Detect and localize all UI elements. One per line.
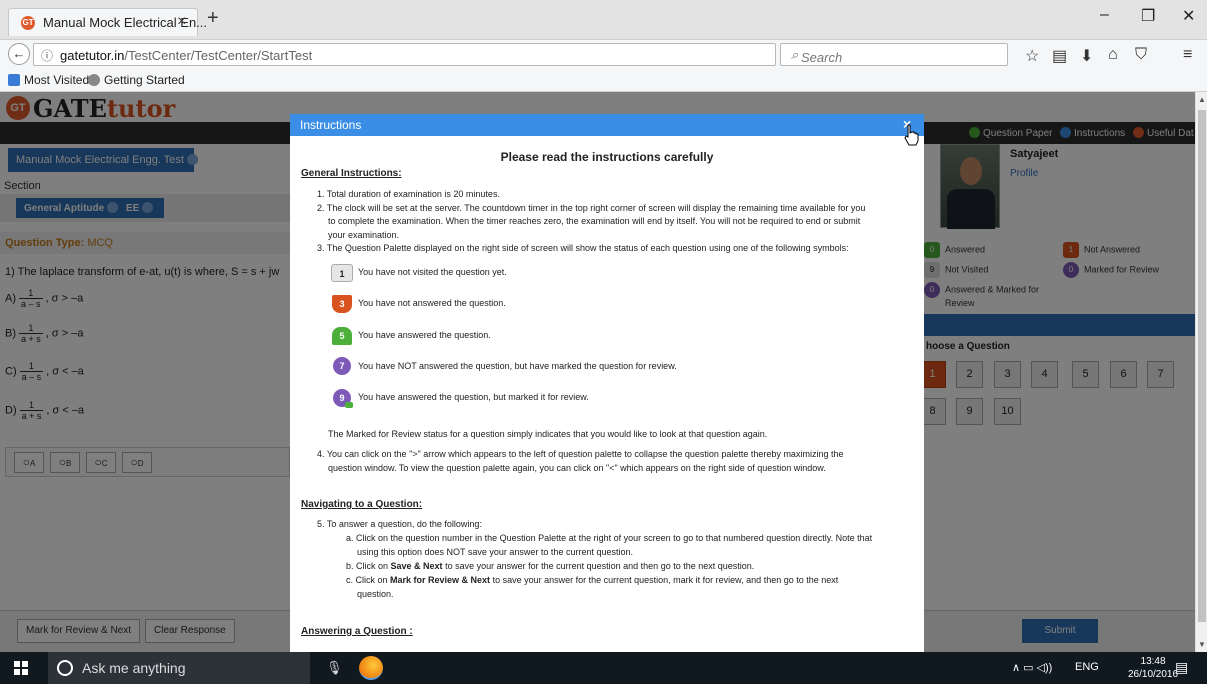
microphone-icon[interactable]: 🎙 bbox=[326, 660, 343, 676]
cortana-search[interactable]: Ask me anything bbox=[48, 652, 310, 684]
cortana-icon bbox=[57, 660, 73, 676]
tray-icons[interactable]: ∧ ▭ ◁)) bbox=[1012, 661, 1052, 674]
answered-marked-symbol-icon: 9 bbox=[333, 389, 353, 408]
back-arrow-icon[interactable]: ← bbox=[8, 43, 30, 65]
bookmark-star-icon[interactable]: ☆ bbox=[1025, 46, 1039, 66]
scroll-up-icon[interactable]: ▲ bbox=[1198, 95, 1206, 104]
instruction-5c: c. Click on Mark for Review & Next to sa… bbox=[346, 575, 839, 585]
url-text: gatetutor.in/TestCenter/TestCenter/Start… bbox=[60, 48, 313, 63]
navigating-heading: Navigating to a Question: bbox=[301, 499, 423, 510]
modal-header: Instructions bbox=[290, 114, 924, 136]
clock[interactable]: 13:48 26/10/2016 bbox=[1128, 655, 1178, 681]
not-answered-symbol-icon: 3 bbox=[332, 295, 352, 313]
not-visited-symbol-icon: 1 bbox=[331, 264, 353, 282]
home-icon[interactable]: ⌂ bbox=[1108, 46, 1118, 64]
instructions-modal: Instructions × Please read the instructi… bbox=[290, 114, 924, 652]
window-restore-button[interactable]: ❐ bbox=[1141, 6, 1155, 26]
instruction-5a-2: using this option does NOT save your ans… bbox=[357, 547, 633, 557]
instruction-5c-2: question. bbox=[357, 589, 394, 599]
modal-title: Please read the instructions carefully bbox=[500, 150, 714, 164]
browser-tab[interactable]: GT Manual Mock Electrical En... × bbox=[8, 8, 207, 36]
marked-note: The Marked for Review status for a quest… bbox=[328, 429, 768, 439]
answered-symbol-icon: 5 bbox=[332, 327, 352, 345]
most-visited-icon bbox=[8, 74, 20, 86]
symbol-text-7: You have NOT answered the question, but … bbox=[358, 361, 677, 371]
marked-review-symbol-icon: 7 bbox=[333, 357, 351, 375]
info-icon[interactable]: ⓘ bbox=[41, 47, 53, 64]
page-scrollbar[interactable]: ▲ ▼ bbox=[1195, 92, 1207, 652]
bookmark-getting-started[interactable]: Getting Started bbox=[88, 73, 185, 87]
reading-list-icon[interactable]: ▤ bbox=[1052, 46, 1067, 66]
instruction-2: 2. The clock will be set at the server. … bbox=[317, 203, 866, 213]
search-placeholder: ⌕ Search bbox=[791, 47, 843, 65]
window-close-button[interactable]: ✕ bbox=[1182, 6, 1195, 26]
instruction-5a: a. Click on the question number in the Q… bbox=[346, 533, 873, 543]
hand-cursor-icon bbox=[904, 124, 919, 146]
downloads-icon[interactable]: ⬇ bbox=[1080, 46, 1093, 66]
url-bar[interactable]: ⓘ gatetutor.in/TestCenter/TestCenter/Sta… bbox=[33, 43, 798, 66]
symbol-text-5: You have answered the question. bbox=[358, 330, 491, 340]
instruction-4b: question window. To view the question pa… bbox=[328, 463, 826, 473]
bookmarks-bar: Most Visited Getting Started bbox=[0, 70, 1207, 92]
firefox-icon[interactable] bbox=[359, 656, 383, 680]
notifications-icon[interactable]: ▤ bbox=[1175, 659, 1188, 676]
instruction-5: 5. To answer a question, do the followin… bbox=[317, 519, 482, 529]
windows-start-icon[interactable] bbox=[14, 661, 28, 675]
instruction-4: 4. You can click on the ">" arrow which … bbox=[317, 449, 844, 459]
browser-tab-bar: GT Manual Mock Electrical En... × + – ❐ … bbox=[0, 0, 1207, 40]
site-favicon-icon: GT bbox=[21, 16, 35, 30]
instruction-5b: b. Click on Save & Next to save your ans… bbox=[346, 561, 755, 571]
scroll-down-icon[interactable]: ▼ bbox=[1198, 640, 1206, 649]
answering-heading: Answering a Question : bbox=[301, 626, 413, 637]
scrollbar-thumb[interactable] bbox=[1198, 110, 1206, 622]
bookmark-most-visited[interactable]: Most Visited bbox=[8, 73, 89, 87]
symbol-text-3: You have not answered the question. bbox=[358, 298, 506, 308]
menu-icon[interactable]: ≡ bbox=[1183, 46, 1192, 64]
globe-icon bbox=[88, 74, 100, 86]
instruction-3: 3. The Question Palette displayed on the… bbox=[317, 243, 849, 253]
tab-close-button[interactable]: × bbox=[177, 13, 186, 31]
language-indicator[interactable]: ENG bbox=[1075, 661, 1099, 673]
windows-taskbar: Ask me anything 🎙 ∧ ▭ ◁)) ENG 13:48 26/10… bbox=[0, 652, 1207, 684]
instruction-2b: to complete the examination. When the ti… bbox=[328, 216, 861, 226]
general-instructions-heading: General Instructions: bbox=[301, 168, 402, 179]
pocket-icon[interactable]: ⛉ bbox=[1135, 46, 1147, 64]
instruction-1: 1. Total duration of examination is 20 m… bbox=[317, 189, 500, 199]
symbol-text-1: You have not visited the question yet. bbox=[358, 267, 507, 277]
symbol-text-9: You have answered the question, but mark… bbox=[358, 392, 589, 402]
search-input[interactable]: ⌕ Search bbox=[780, 43, 1008, 66]
new-tab-button[interactable]: + bbox=[207, 8, 219, 28]
instruction-2c: your examination. bbox=[328, 230, 400, 240]
window-minimize-button[interactable]: – bbox=[1100, 6, 1109, 24]
